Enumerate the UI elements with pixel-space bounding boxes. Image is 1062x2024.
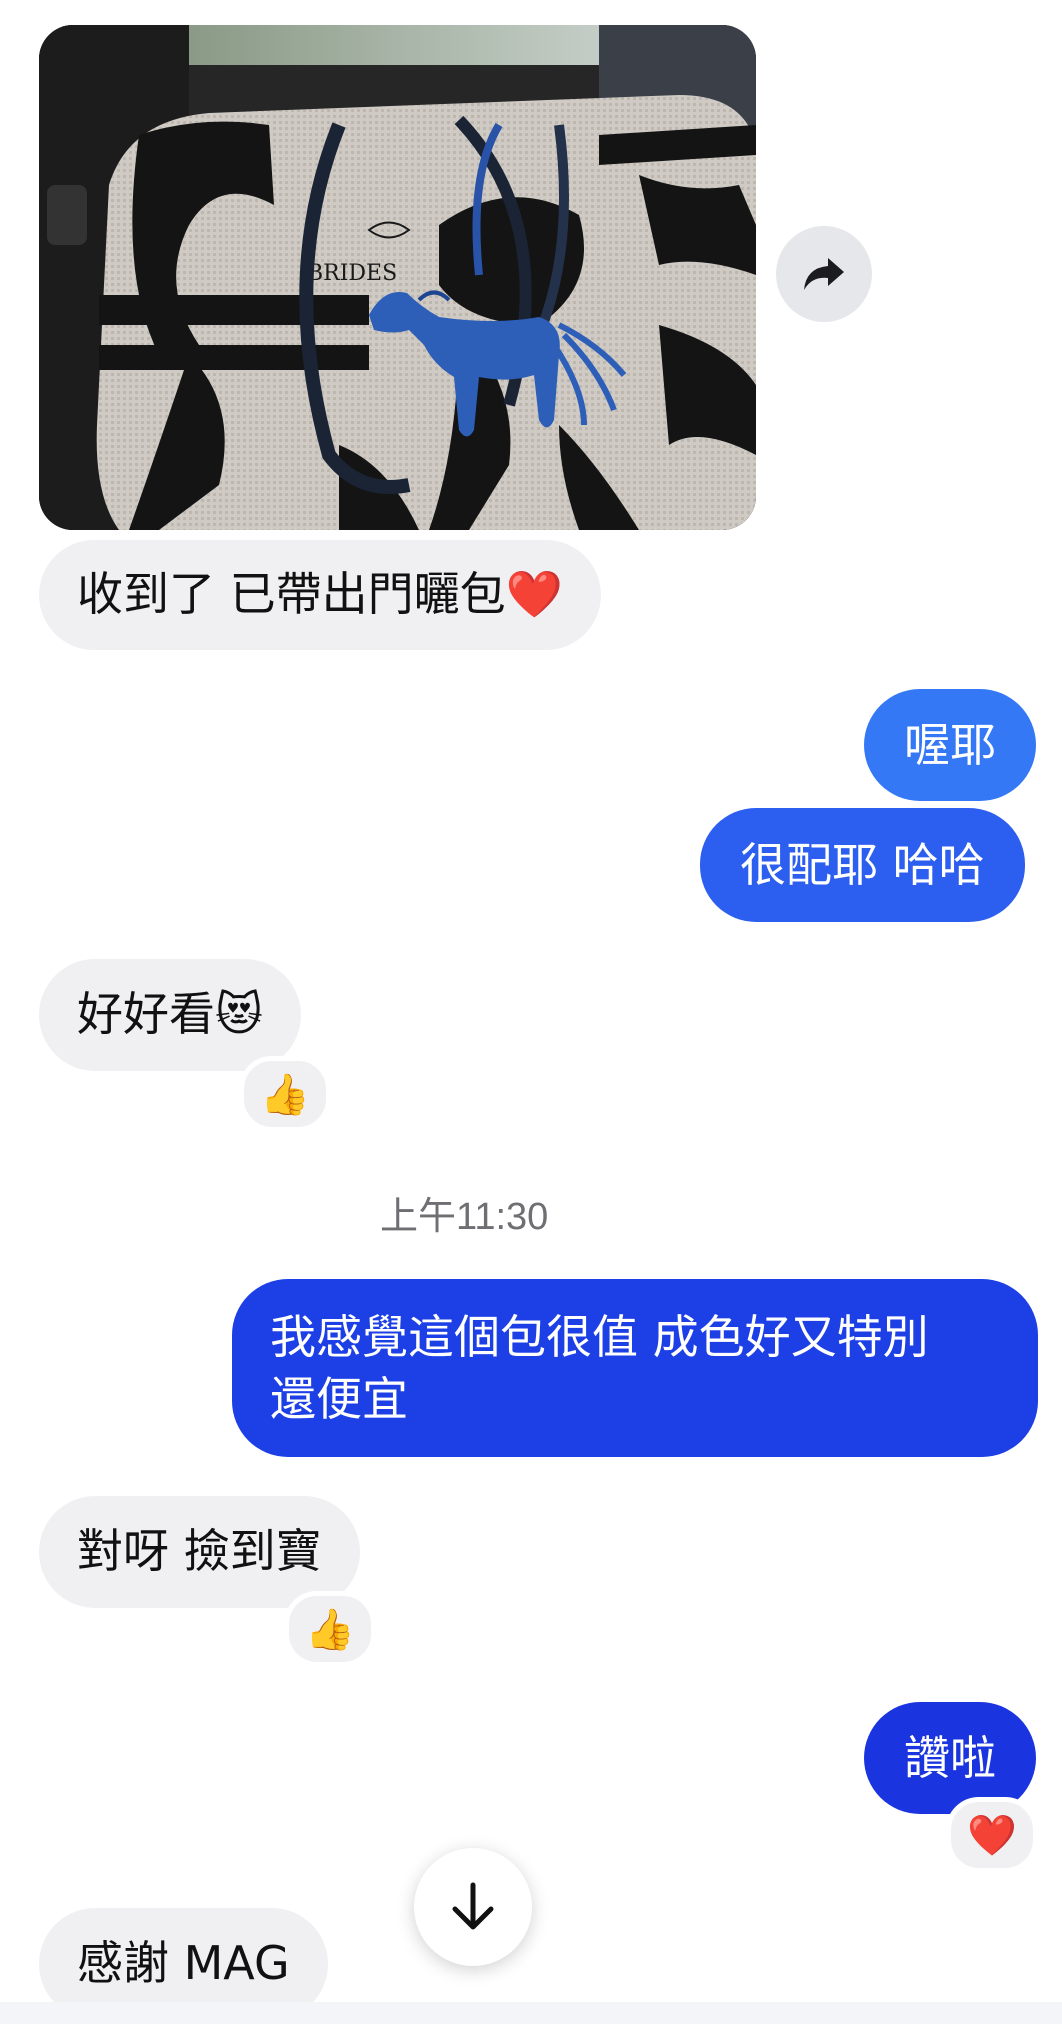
reaction-badge[interactable]: 👍: [239, 1056, 331, 1132]
arrow-down-icon: [452, 1882, 494, 1930]
photo-message[interactable]: BRIDES: [39, 25, 756, 530]
message-line: 我感覺這個包很值 成色好又特別: [270, 1310, 929, 1364]
message-outgoing[interactable]: 很配耶 哈哈: [700, 808, 1025, 922]
scroll-to-bottom-button[interactable]: [414, 1848, 532, 1966]
composer-edge: [0, 2002, 1062, 2024]
share-button[interactable]: [776, 226, 872, 322]
message-outgoing[interactable]: 喔耶: [864, 689, 1036, 801]
message-text: 感謝 MAG: [77, 1936, 290, 1990]
share-arrow-icon: [804, 258, 844, 290]
message-text: 喔耶: [904, 718, 996, 772]
chat-thread: BRIDES 收到了 已帶出門曬包❤️ 喔耶 很配耶 哈哈 好好看😻 👍 上午1…: [0, 0, 1062, 2024]
reaction-badge[interactable]: ❤️: [946, 1797, 1038, 1873]
svg-text:BRIDES: BRIDES: [307, 261, 397, 286]
thumbs-up-icon: 👍: [260, 1071, 310, 1118]
message-outgoing[interactable]: 我感覺這個包很值 成色好又特別 還便宜: [232, 1279, 1038, 1457]
bag-photo-image: BRIDES: [39, 25, 756, 530]
timestamp: 上午11:30: [380, 1196, 549, 1238]
message-line: 還便宜: [270, 1372, 408, 1426]
reaction-badge[interactable]: 👍: [284, 1591, 376, 1667]
message-text: 很配耶 哈哈: [740, 838, 985, 892]
message-text: 好好看: [77, 987, 215, 1041]
message-text: 收到了 已帶出門曬包: [77, 567, 506, 621]
heart-eyes-cat-emoji: 😻: [215, 987, 263, 1041]
heart-icon: ❤️: [967, 1812, 1017, 1859]
message-incoming[interactable]: 收到了 已帶出門曬包❤️: [39, 540, 601, 650]
message-text: 讚啦: [904, 1731, 996, 1785]
message-incoming[interactable]: 好好看😻: [39, 959, 301, 1071]
thumbs-up-icon: 👍: [305, 1606, 355, 1653]
heart-emoji: ❤️: [505, 567, 563, 621]
message-text: 對呀 撿到寶: [77, 1524, 322, 1578]
